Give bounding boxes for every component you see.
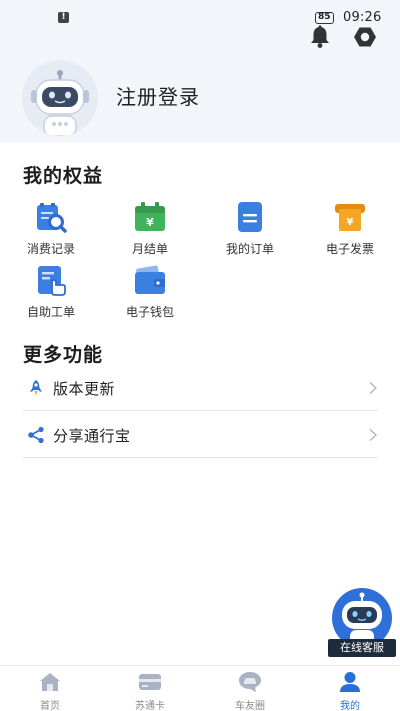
rocket-icon	[30, 380, 42, 396]
self-service-ticket-icon	[38, 266, 66, 296]
grid-label: 月结单	[131, 242, 168, 256]
tab-home[interactable]: 首页	[0, 666, 100, 711]
battery-indicator: 85	[315, 12, 334, 24]
card-icon	[139, 674, 161, 690]
grid-label: 消费记录	[26, 242, 75, 256]
receipt-search-icon	[37, 203, 67, 233]
register-login-link[interactable]: 注册登录	[116, 81, 200, 110]
car-chat-icon	[239, 672, 261, 692]
status-bar: ! 85 09:26	[0, 0, 400, 36]
monthly-statement-button[interactable]: ¥ 月结单	[108, 200, 192, 266]
consumption-records-button[interactable]: 消费记录	[9, 200, 93, 266]
order-document-icon	[238, 202, 262, 232]
online-service-button[interactable]: 在线客服	[328, 588, 396, 658]
tab-mine[interactable]: 我的	[300, 666, 400, 711]
tab-label: 我的	[340, 701, 360, 711]
tab-label: 苏通卡	[135, 701, 165, 711]
settings-icon[interactable]	[352, 24, 378, 50]
my-orders-button[interactable]: 我的订单	[208, 200, 292, 266]
home-icon	[40, 673, 60, 691]
svg-text:¥: ¥	[347, 217, 354, 228]
wallet-icon	[135, 265, 165, 294]
invoice-yen-icon: ¥	[335, 204, 365, 231]
chevron-right-icon	[369, 428, 378, 442]
grid-label: 我的订单	[225, 242, 274, 256]
version-update-row[interactable]: 版本更新	[23, 365, 378, 411]
calendar-yen-icon: ¥	[135, 202, 165, 231]
grid-label: 电子发票	[325, 242, 374, 256]
more-features-title: 更多功能	[23, 344, 104, 366]
share-app-row[interactable]: 分享通行宝	[23, 412, 378, 458]
row-label: 分享通行宝	[53, 427, 131, 445]
svg-text:¥: ¥	[146, 216, 154, 229]
grid-label: 自助工单	[26, 305, 75, 319]
self-service-ticket-button[interactable]: 自助工单	[9, 263, 93, 329]
alert-icon: !	[58, 12, 69, 23]
tab-label: 车友圈	[235, 701, 265, 711]
robot-avatar-icon[interactable]	[22, 60, 98, 136]
tab-sutong-card[interactable]: 苏通卡	[100, 666, 200, 711]
bell-icon[interactable]	[307, 24, 333, 50]
service-label: 在线客服	[328, 639, 396, 657]
e-invoice-button[interactable]: ¥ 电子发票	[308, 200, 392, 266]
share-icon	[28, 426, 44, 444]
benefits-section-title: 我的权益	[23, 165, 104, 187]
bottom-tab-bar: 首页 苏通卡 车友圈 我的	[0, 665, 400, 711]
status-time: 09:26	[343, 10, 382, 25]
tab-label: 首页	[40, 701, 60, 711]
tab-car-circle[interactable]: 车友圈	[200, 666, 300, 711]
my-page: ! 85 09:26 注册登录 我的权益 消费记录 ¥ 月结单 我的订单 ¥ 电…	[0, 0, 400, 711]
profile-icon	[340, 672, 360, 692]
profile-header: ! 85 09:26 注册登录	[0, 0, 400, 143]
grid-label: 电子钱包	[125, 305, 174, 319]
e-wallet-button[interactable]: 电子钱包	[108, 263, 192, 329]
chevron-right-icon	[369, 381, 378, 395]
row-label: 版本更新	[53, 380, 116, 398]
